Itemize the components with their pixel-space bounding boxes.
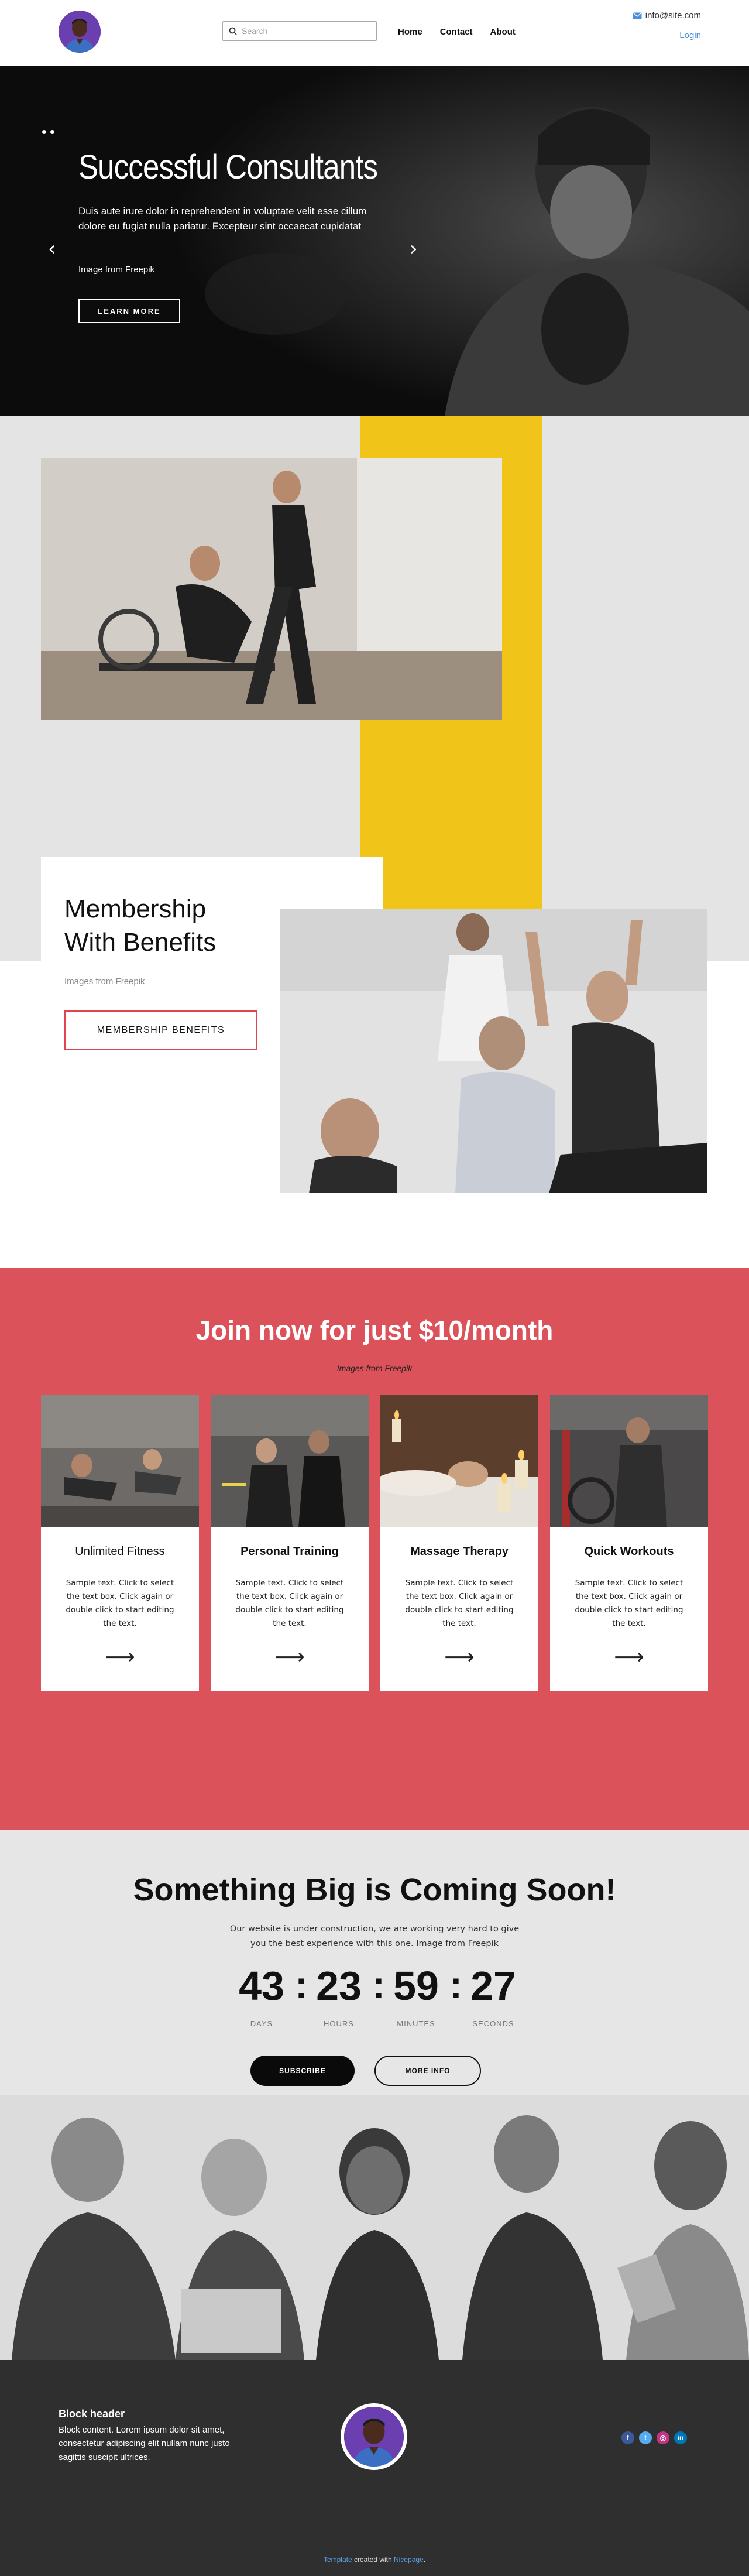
join-title: Join now for just $10/month xyxy=(195,1315,554,1345)
card-title: Personal Training xyxy=(240,1545,339,1558)
countdown-separator: : xyxy=(449,1963,462,2006)
hero-credit-link[interactable]: Freepik xyxy=(125,265,154,275)
countdown-separator: : xyxy=(372,1963,385,2006)
card-text: Sample text. Click to select the text bo… xyxy=(405,1578,514,1628)
membership-credit-prefix: Images from xyxy=(64,977,116,986)
countdown-hours: 23 HOURS xyxy=(305,1965,372,2028)
coming-soon-credit-link[interactable]: Freepik xyxy=(468,1939,499,1948)
search-input[interactable] xyxy=(242,26,365,36)
instagram-icon[interactable]: ◎ xyxy=(657,2431,669,2444)
card-text: Sample text. Click to select the text bo… xyxy=(235,1578,344,1628)
service-card: Personal Training Sample text. Click to … xyxy=(211,1395,369,1691)
arrow-right-icon[interactable]: ⟶ xyxy=(380,1647,538,1668)
countdown-seconds-label: SECONDS xyxy=(472,2019,514,2028)
nicepage-link[interactable]: Nicepage xyxy=(394,2556,424,2564)
arrow-right-icon[interactable]: ⟶ xyxy=(550,1647,708,1668)
slider-dots[interactable] xyxy=(42,130,54,134)
service-card: Massage Therapy Sample text. Click to se… xyxy=(380,1395,538,1691)
slider-next-arrow-icon[interactable]: › xyxy=(410,239,418,259)
linkedin-icon[interactable]: in xyxy=(674,2431,687,2444)
email-text[interactable]: info@site.com xyxy=(645,11,701,20)
coming-soon-section: Something Big is Coming Soon! Our websit… xyxy=(0,1830,749,2095)
membership-credit-link[interactable]: Freepik xyxy=(116,977,145,986)
hero-title: Successful Consultants xyxy=(78,148,378,186)
template-link[interactable]: Template xyxy=(324,2556,352,2564)
hero-background-image xyxy=(0,66,749,416)
card-title: Unlimited Fitness xyxy=(75,1545,165,1558)
arrow-right-icon[interactable]: ⟶ xyxy=(211,1647,369,1668)
membership-benefits-button[interactable]: MEMBERSHIP BENEFITS xyxy=(64,1010,257,1050)
countdown-separator: : xyxy=(295,1963,308,2006)
join-credit-link[interactable]: Freepik xyxy=(385,1364,413,1373)
join-section: Join now for just $10/month Images from … xyxy=(0,1268,749,1830)
countdown-seconds-value: 27 xyxy=(470,1963,516,2009)
footer-credit: Template created with Nicepage. xyxy=(0,2556,749,2564)
countdown-days-label: DAYS xyxy=(250,2019,273,2028)
footer-block-content: Block content. Lorem ipsum dolor sit ame… xyxy=(59,2425,230,2462)
card-text: Sample text. Click to select the text bo… xyxy=(66,1578,174,1628)
join-credit: Images from Freepik xyxy=(0,1364,749,1373)
search-box[interactable] xyxy=(222,21,377,41)
more-info-button[interactable]: MORE INFO xyxy=(374,2056,481,2086)
countdown-hours-value: 23 xyxy=(316,1963,362,2009)
countdown-minutes-label: MINUTES xyxy=(397,2019,435,2028)
arrow-right-icon[interactable]: ⟶ xyxy=(41,1647,199,1668)
countdown-timer: 43 DAYS : 23 HOURS : 59 MINUTES : 27 SEC… xyxy=(228,1965,527,2028)
site-footer: Block header Block content. Lorem ipsum … xyxy=(0,2360,749,2576)
footer-block-header: Block header xyxy=(59,2408,125,2420)
card-text: Sample text. Click to select the text bo… xyxy=(575,1578,683,1628)
service-card: Quick Workouts Sample text. Click to sel… xyxy=(550,1395,708,1691)
facebook-icon[interactable]: f xyxy=(621,2431,634,2444)
service-cards: Unlimited Fitness Sample text. Click to … xyxy=(41,1395,708,1691)
nav-home[interactable]: Home xyxy=(398,27,422,37)
hero-credit: Image from Freepik xyxy=(78,265,154,275)
join-credit-prefix: Images from xyxy=(336,1364,385,1373)
countdown-minutes-value: 59 xyxy=(393,1963,439,2009)
slider-prev-arrow-icon[interactable]: ‹ xyxy=(48,239,56,259)
logo-avatar[interactable] xyxy=(59,11,101,53)
massage-therapy-photo xyxy=(380,1395,538,1527)
coming-soon-title: Something Big is Coming Soon! xyxy=(133,1872,616,1907)
yoga-class-photo xyxy=(280,909,707,1193)
nav-about[interactable]: About xyxy=(490,27,516,37)
footer-credit-mid: created with xyxy=(352,2556,394,2564)
hero-credit-prefix: Image from xyxy=(78,265,126,275)
mail-icon xyxy=(633,12,642,19)
footer-avatar xyxy=(341,2403,407,2470)
people-banner-photo xyxy=(0,2095,749,2360)
countdown-days: 43 DAYS xyxy=(228,1965,295,2028)
countdown-minutes: 59 MINUTES xyxy=(383,1965,449,2028)
card-title: Massage Therapy xyxy=(410,1545,509,1558)
login-link[interactable]: Login xyxy=(679,30,701,40)
countdown-days-value: 43 xyxy=(239,1963,284,2009)
twitter-icon[interactable]: t xyxy=(639,2431,652,2444)
unlimited-fitness-photo xyxy=(41,1395,199,1527)
hero-text: Duis aute irure dolor in reprehendent in… xyxy=(78,205,367,232)
search-icon xyxy=(229,27,237,35)
site-header: Home Contact About info@site.com Login xyxy=(0,0,749,66)
card-title: Quick Workouts xyxy=(584,1545,674,1558)
subscribe-button[interactable]: SUBSCRIBE xyxy=(250,2056,355,2086)
membership-title-line2: With Benefits xyxy=(64,928,217,957)
service-card: Unlimited Fitness Sample text. Click to … xyxy=(41,1395,199,1691)
membership-section: Membership With Benefits Images from Fre… xyxy=(0,416,749,1268)
countdown-hours-label: HOURS xyxy=(324,2019,354,2028)
social-links: f t ◎ in xyxy=(621,2431,687,2444)
main-nav: Home Contact About xyxy=(398,27,516,37)
footer-credit-end: . xyxy=(423,2556,426,2564)
personal-training-photo xyxy=(211,1395,369,1527)
header-email[interactable]: info@site.com xyxy=(633,11,701,20)
membership-credit: Images from Freepik xyxy=(64,977,145,986)
hero-slider: Successful Consultants Duis aute irure d… xyxy=(0,66,749,416)
learn-more-button[interactable]: LEARN MORE xyxy=(78,299,180,323)
nav-contact[interactable]: Contact xyxy=(440,27,473,37)
membership-title: Membership With Benefits xyxy=(64,892,216,959)
membership-title-line1: Membership xyxy=(64,895,207,923)
countdown-seconds: 27 SECONDS xyxy=(460,1965,527,2028)
quick-workouts-photo xyxy=(550,1395,708,1527)
coming-soon-text: Our website is under construction, we ar… xyxy=(222,1922,527,1951)
trainer-photo xyxy=(41,458,502,720)
